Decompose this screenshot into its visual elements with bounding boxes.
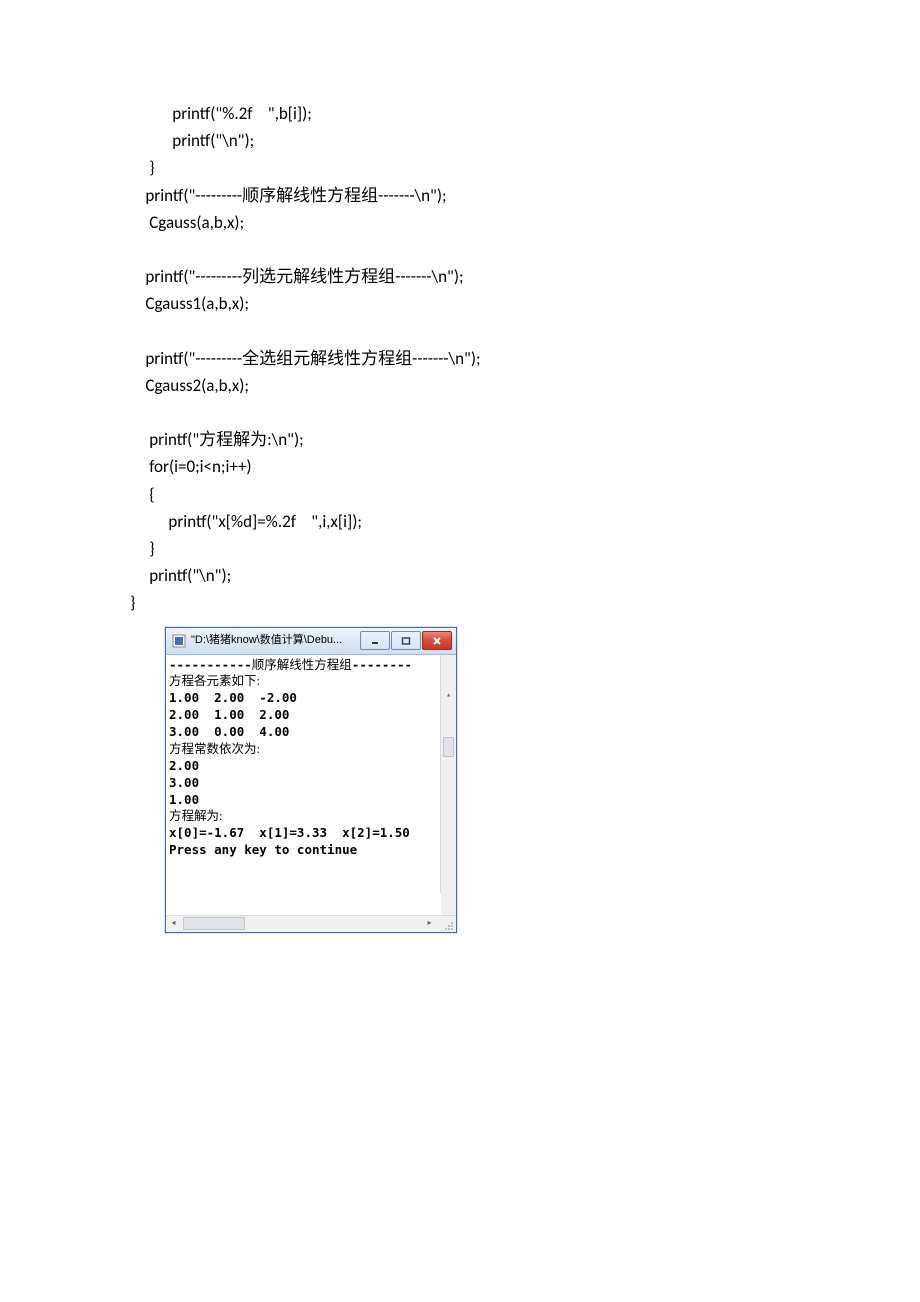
code-line: printf("方程解为:\n"); xyxy=(130,429,304,450)
scroll-track[interactable] xyxy=(181,918,422,929)
scroll-up-arrow-icon[interactable]: ▴ xyxy=(441,688,456,703)
code-line: } xyxy=(130,157,155,178)
console-line: 方程解为: xyxy=(169,809,222,823)
source-code-block: printf("%.2f ",b[i]); printf("\n"); } pr… xyxy=(130,100,800,617)
code-line: { xyxy=(130,484,155,505)
code-line: printf("%.2f ",b[i]); xyxy=(130,103,312,124)
console-window: "D:\猪猪know\数值计算\Debu... -----------顺序解线性… xyxy=(165,627,457,933)
window-buttons xyxy=(359,631,452,650)
console-line: 方程常数依次为: xyxy=(169,742,260,756)
app-icon xyxy=(172,634,186,648)
code-line: Cgauss(a,b,x); xyxy=(130,212,244,233)
code-line: } xyxy=(130,538,155,559)
window-titlebar[interactable]: "D:\猪猪know\数值计算\Debu... xyxy=(166,628,456,655)
console-line: 1.00 2.00 -2.00 xyxy=(169,690,297,705)
scroll-thumb[interactable] xyxy=(443,737,454,757)
console-line: 3.00 xyxy=(169,775,199,790)
console-line: -----------顺序解线性方程组-------- xyxy=(169,657,412,672)
vertical-scrollbar[interactable]: ▴ ▾ xyxy=(440,655,456,893)
horizontal-scrollbar[interactable]: ◂ ▸ xyxy=(166,915,456,932)
code-line: } xyxy=(130,592,135,613)
code-line: printf("\n"); xyxy=(130,565,231,586)
resize-grip-icon[interactable] xyxy=(437,914,456,933)
scroll-left-arrow-icon[interactable]: ◂ xyxy=(166,916,181,931)
console-output: -----------顺序解线性方程组-------- 方程各元素如下: 1.0… xyxy=(166,655,456,915)
scroll-thumb[interactable] xyxy=(183,917,245,930)
document-page: printf("%.2f ",b[i]); printf("\n"); } pr… xyxy=(0,0,920,973)
code-line: printf("---------顺序解线性方程组-------\n"); xyxy=(130,185,447,206)
console-line: x[0]=-1.67 x[1]=3.33 x[2]=1.50 xyxy=(169,825,410,840)
scroll-track[interactable] xyxy=(441,737,456,915)
code-line: for(i=0;i<n;i++) xyxy=(130,456,252,477)
code-line: printf("\n"); xyxy=(130,130,254,151)
maximize-button[interactable] xyxy=(391,631,421,650)
code-line: printf("---------全选组元解线性方程组-------\n"); xyxy=(130,348,481,369)
console-line: 3.00 0.00 4.00 xyxy=(169,724,289,739)
code-line: Cgauss2(a,b,x); xyxy=(130,375,249,396)
code-line: printf("---------列选元解线性方程组-------\n"); xyxy=(130,266,464,287)
console-line: 2.00 1.00 2.00 xyxy=(169,707,289,722)
window-title: "D:\猪猪know\数值计算\Debu... xyxy=(191,632,359,650)
console-line: 方程各元素如下: xyxy=(169,674,260,688)
close-button[interactable] xyxy=(422,631,452,650)
minimize-button[interactable] xyxy=(360,631,390,650)
code-line: Cgauss1(a,b,x); xyxy=(130,293,249,314)
console-line: Press any key to continue xyxy=(169,842,357,857)
scroll-right-arrow-icon[interactable]: ▸ xyxy=(422,916,437,931)
code-line: printf("x[%d]=%.2f ",i,x[i]); xyxy=(130,511,362,532)
console-line: 2.00 xyxy=(169,758,199,773)
console-line: 1.00 xyxy=(169,792,199,807)
